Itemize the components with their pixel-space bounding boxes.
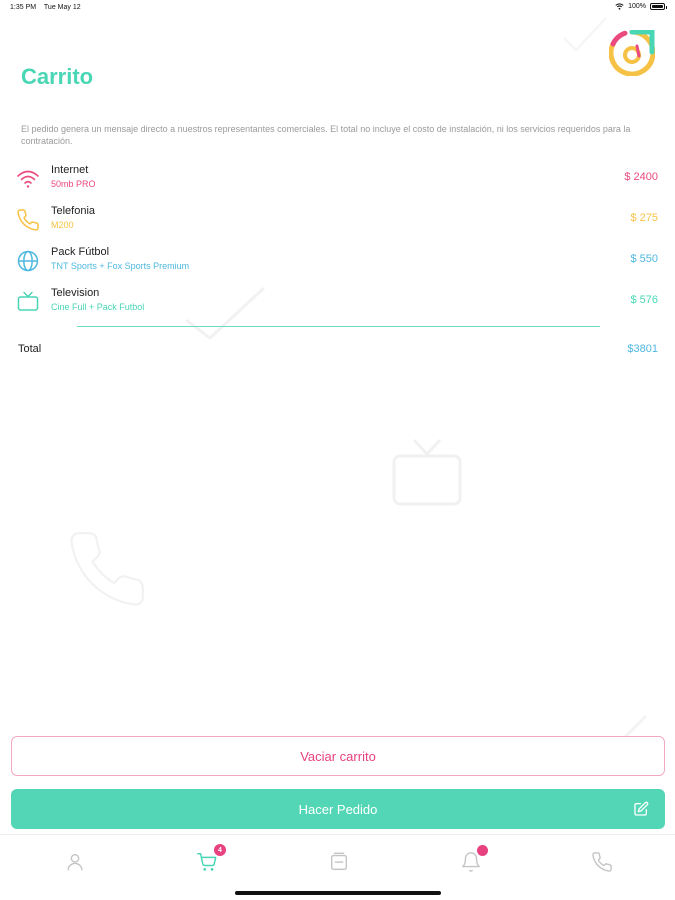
item-name: Telefonia bbox=[51, 205, 96, 217]
catalog-icon bbox=[330, 852, 348, 871]
item-price: $ 550 bbox=[630, 253, 658, 265]
item-detail: TNT Sports + Fox Sports Premium bbox=[51, 261, 190, 271]
phone-icon bbox=[17, 209, 39, 231]
place-order-button[interactable]: Hacer Pedido bbox=[11, 789, 665, 829]
profile-tab[interactable] bbox=[64, 851, 86, 873]
cart-item-telefonia[interactable]: Telefonia M200 $ 275 bbox=[0, 205, 675, 241]
background-check-icon-3 bbox=[563, 17, 607, 52]
contact-tab[interactable] bbox=[591, 851, 613, 873]
total-label: Total bbox=[18, 343, 42, 355]
tv-icon bbox=[17, 291, 39, 311]
item-name: Internet bbox=[51, 164, 89, 176]
home-indicator bbox=[235, 891, 441, 895]
item-detail: Cine Full + Pack Futbol bbox=[51, 302, 145, 312]
item-price: $ 275 bbox=[630, 212, 658, 224]
battery-fill bbox=[652, 5, 663, 8]
cart-description: El pedido genera un mensaje directo a nu… bbox=[21, 124, 631, 146]
background-tv-icon bbox=[392, 438, 462, 506]
background-phone-icon bbox=[70, 532, 144, 606]
total-divider bbox=[77, 326, 600, 327]
edit-icon bbox=[634, 801, 649, 816]
cart-tab[interactable]: 4 bbox=[196, 844, 226, 873]
globe-icon bbox=[17, 250, 39, 272]
empty-cart-label: Vaciar carrito bbox=[300, 748, 376, 764]
catalog-tab[interactable] bbox=[328, 851, 350, 873]
item-price: $ 576 bbox=[630, 294, 658, 306]
status-right: 100% bbox=[615, 3, 667, 10]
place-order-label: Hacer Pedido bbox=[298, 801, 378, 817]
wifi-icon bbox=[17, 170, 39, 188]
cart-icon bbox=[197, 853, 217, 871]
wifi-status-icon bbox=[615, 3, 624, 10]
cart-count-badge: 4 bbox=[214, 844, 226, 856]
status-left: 1:35 PM Tue May 12 bbox=[10, 4, 87, 11]
empty-cart-button[interactable]: Vaciar carrito bbox=[11, 736, 665, 776]
status-time: 1:35 PM bbox=[10, 4, 37, 11]
status-date: Tue May 12 bbox=[43, 4, 81, 11]
notifications-tab[interactable] bbox=[460, 845, 488, 873]
item-detail: M200 bbox=[51, 220, 74, 230]
phone-icon bbox=[592, 852, 612, 872]
battery-icon bbox=[650, 3, 667, 10]
cart-item-television[interactable]: Television Cine Full + Pack Futbol $ 576 bbox=[0, 287, 675, 323]
total-value: $3801 bbox=[627, 343, 658, 355]
user-icon bbox=[67, 853, 83, 871]
brand-logo bbox=[609, 30, 655, 76]
item-detail: 50mb PRO bbox=[51, 179, 96, 189]
battery-percent: 100% bbox=[628, 3, 646, 10]
page-title: Carrito bbox=[21, 64, 94, 89]
notification-dot bbox=[477, 845, 488, 856]
cart-item-pack-futbol[interactable]: Pack Fútbol TNT Sports + Fox Sports Prem… bbox=[0, 246, 675, 282]
item-name: Television bbox=[51, 287, 100, 299]
item-name: Pack Fútbol bbox=[51, 246, 110, 258]
cart-item-internet[interactable]: Internet 50mb PRO $ 2400 bbox=[0, 164, 675, 200]
item-price: $ 2400 bbox=[624, 171, 658, 183]
